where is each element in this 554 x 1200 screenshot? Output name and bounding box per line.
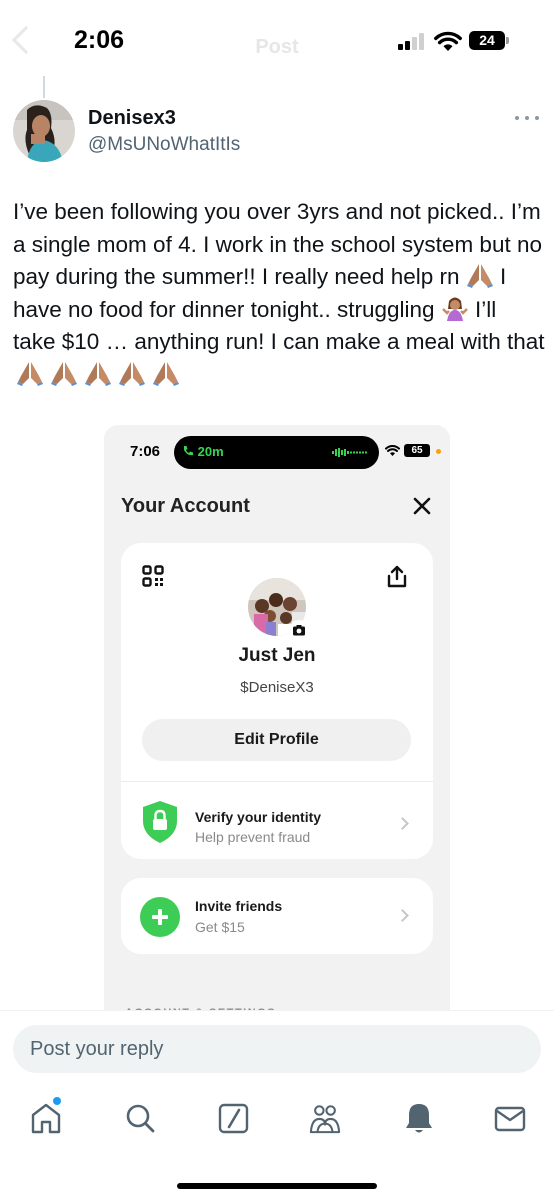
author-name[interactable]: Denisex3 (88, 107, 176, 130)
shield-lock-icon (143, 801, 177, 843)
reply-bar (0, 1010, 554, 1200)
post-text: I’ve been following you over 3yrs and no… (13, 196, 545, 392)
profile-cashtag: $DeniseX3 (240, 679, 314, 696)
folded-hands-icon (466, 264, 493, 289)
divider (121, 781, 433, 782)
search-icon[interactable] (124, 1101, 156, 1135)
notifications-icon[interactable] (403, 1101, 435, 1135)
invite-friends-subtitle: Get $15 (195, 919, 245, 935)
avatar[interactable] (13, 100, 75, 162)
verify-identity-subtitle: Help prevent fraud (195, 829, 311, 845)
home-notification-dot (53, 1097, 61, 1105)
invite-friends-title: Invite friends (195, 898, 283, 914)
folded-hands-icon (153, 361, 179, 386)
share-icon[interactable] (386, 565, 408, 589)
audio-wave-icon (332, 448, 367, 457)
home-icon[interactable] (30, 1101, 62, 1135)
qr-code-icon[interactable] (142, 565, 164, 587)
battery-tip (506, 37, 509, 44)
phone-icon (184, 446, 193, 456)
profile-card: Just Jen $DeniseX3 Edit Profile Verify y… (121, 543, 433, 859)
folded-hands-icon (119, 361, 145, 386)
author-handle[interactable]: @MsUNoWhatItIs (88, 134, 240, 156)
status-time: 2:06 (74, 26, 125, 54)
chevron-right-icon (396, 909, 409, 922)
embedded-status-time: 7:06 (130, 443, 161, 460)
your-account-title: Your Account (121, 495, 250, 517)
camera-icon[interactable] (289, 620, 309, 640)
post-text-part-1: I’ve been following you over 3yrs and no… (13, 199, 542, 290)
thread-connector (43, 76, 45, 98)
edit-profile-button[interactable]: Edit Profile (142, 719, 411, 761)
chevron-right-icon (396, 817, 409, 830)
wifi-icon (434, 31, 462, 51)
call-timer: 20m (197, 444, 224, 459)
folded-hands-icon (51, 361, 77, 386)
communities-icon[interactable] (309, 1101, 341, 1135)
folded-hands-icon (17, 361, 43, 386)
battery-icon: 24 (469, 31, 505, 50)
embedded-screenshot[interactable]: 7:06 20m 65 Your Account Just Jen $Denis… (104, 425, 450, 1025)
folded-hands-icon (85, 361, 111, 386)
verify-identity-row[interactable]: Verify your identity Help prevent fraud (121, 787, 433, 857)
person-shrugging-icon (441, 297, 468, 321)
privacy-indicator-dot (436, 449, 441, 454)
embedded-wifi-icon (385, 445, 400, 456)
emoji-row (13, 361, 183, 387)
home-indicator (177, 1183, 377, 1189)
plus-icon (140, 897, 180, 937)
dynamic-island: 20m (174, 436, 379, 469)
grok-icon[interactable] (218, 1101, 250, 1135)
messages-icon[interactable] (494, 1101, 526, 1135)
profile-name: Just Jen (238, 645, 316, 666)
reply-input[interactable] (13, 1025, 541, 1073)
more-options-icon[interactable] (513, 108, 541, 128)
call-indicator: 20m (182, 444, 224, 459)
close-icon[interactable] (411, 495, 433, 517)
status-bar: Post 2:06 24 (0, 0, 554, 80)
invite-friends-row[interactable]: Invite friends Get $15 (121, 878, 433, 954)
cellular-signal-icon (398, 33, 426, 50)
verify-identity-title: Verify your identity (195, 809, 322, 825)
embedded-battery-icon: 65 (404, 444, 430, 457)
